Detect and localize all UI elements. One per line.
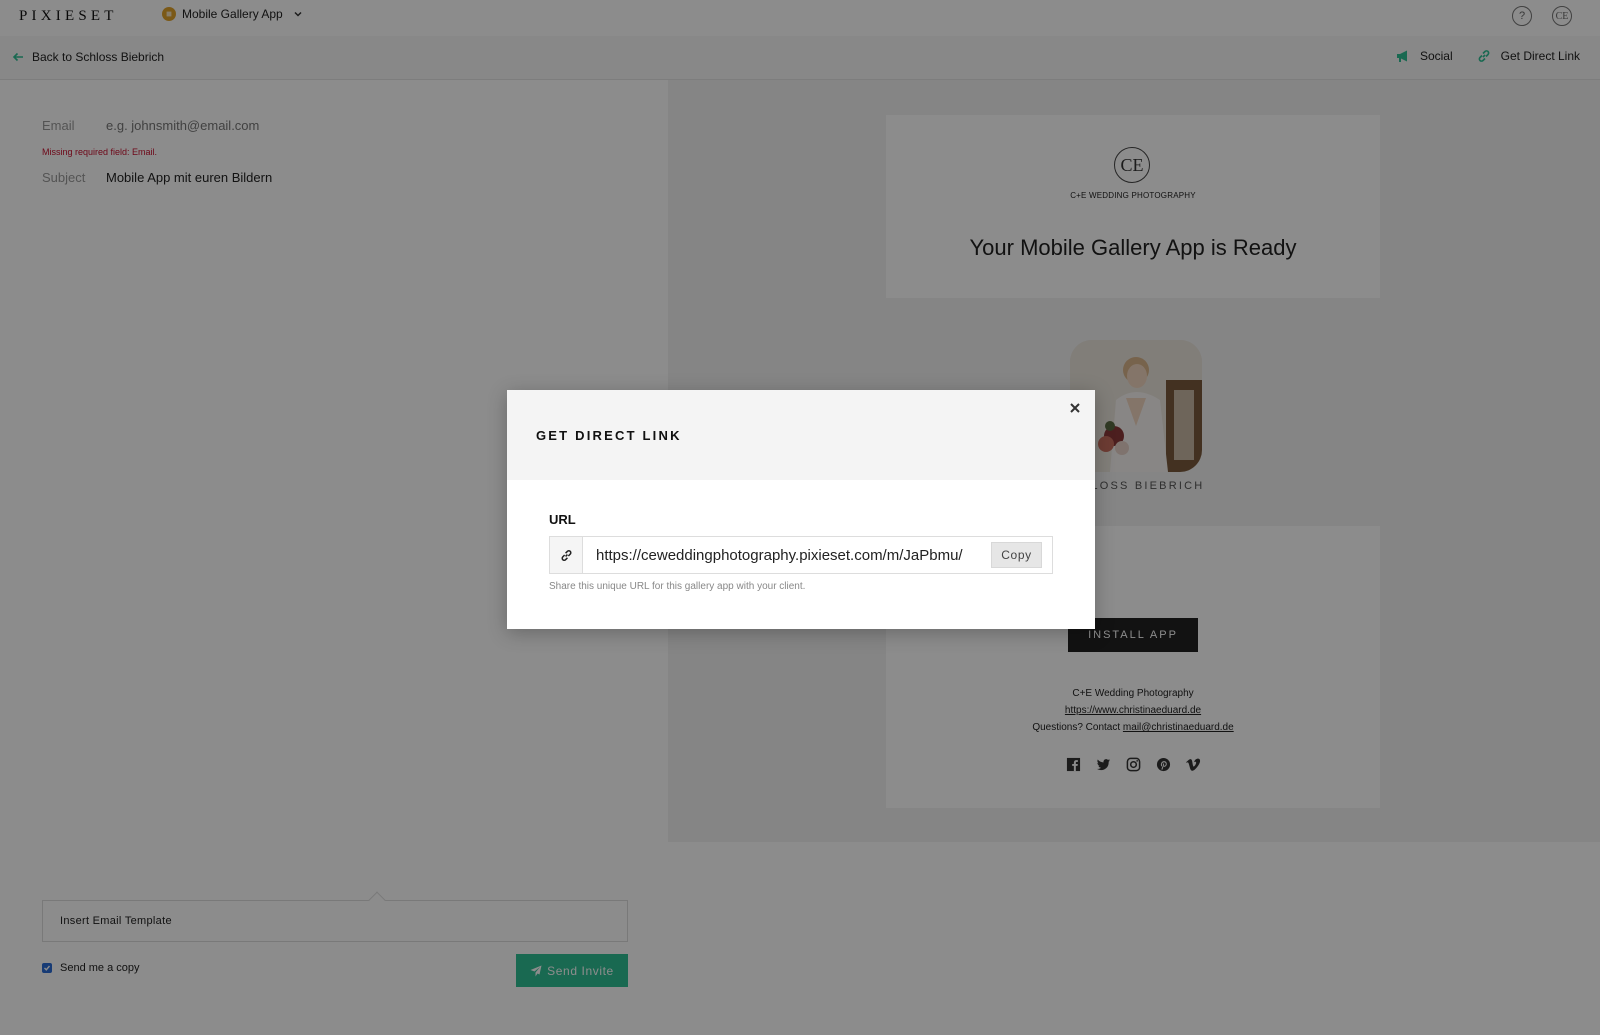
url-help-text: Share this unique URL for this gallery a… (549, 581, 806, 592)
modal-header: GET DIRECT LINK (507, 390, 1095, 480)
modal-title: GET DIRECT LINK (536, 428, 682, 443)
url-label: URL (549, 512, 576, 527)
close-icon[interactable] (1065, 398, 1085, 418)
get-direct-link-modal: GET DIRECT LINK URL Copy Share this uniq… (507, 390, 1095, 629)
link-icon (550, 537, 583, 573)
copy-button[interactable]: Copy (991, 542, 1042, 568)
url-field-group: Copy (549, 536, 1053, 574)
direct-link-url-input[interactable] (583, 537, 991, 573)
